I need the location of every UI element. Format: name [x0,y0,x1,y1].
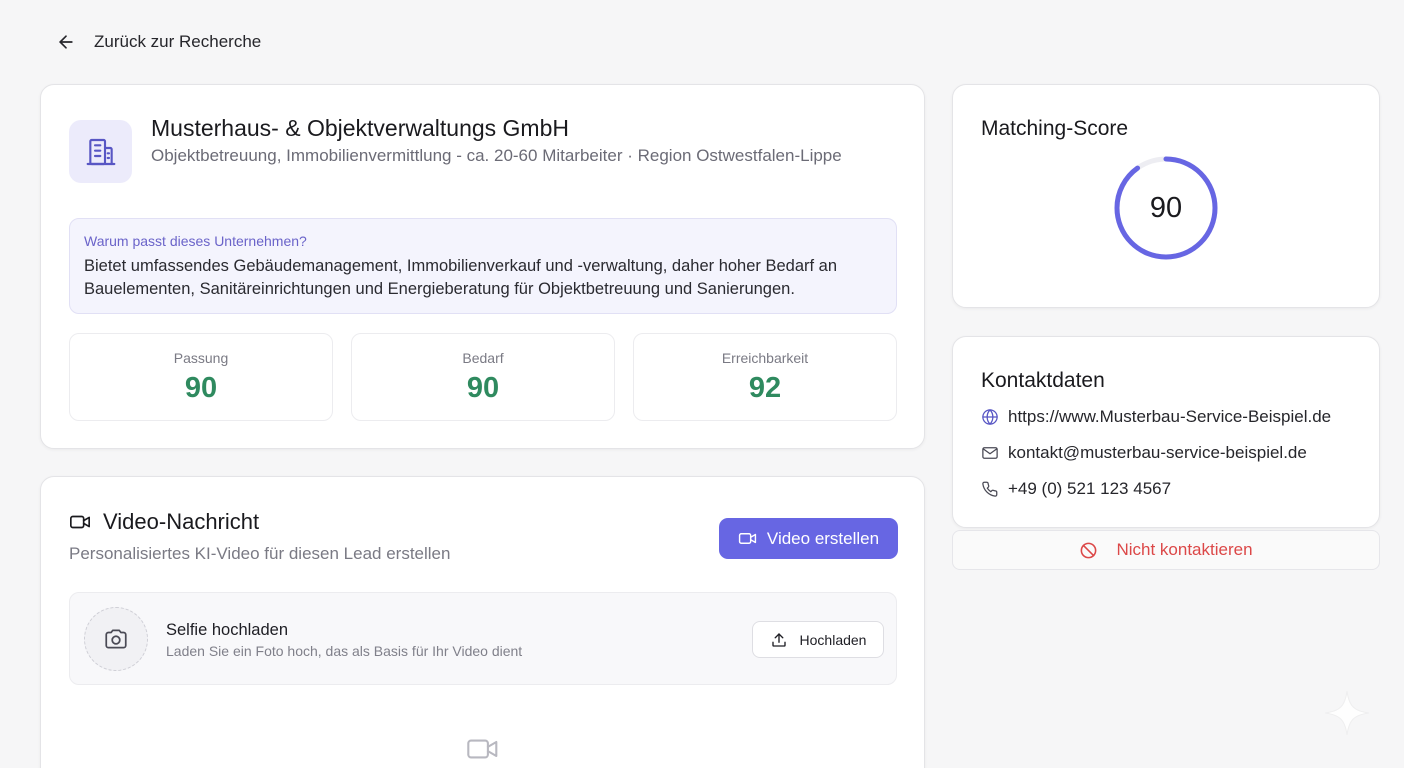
company-subtitle: Objektbetreuung, Immobilienvermittlung -… [151,146,842,165]
do-not-contact-button[interactable]: Nicht kontaktieren [952,530,1380,570]
upload-button[interactable]: Hochladen [752,621,884,658]
score-card: Matching-Score 90 [952,84,1380,308]
company-logo [69,120,132,183]
video-title: Video-Nachricht [103,509,260,534]
arrow-left-icon [59,35,73,49]
video-icon [738,533,757,544]
metric-label: Passung [173,350,229,366]
metric-value: 90 [184,372,218,404]
company-name: Musterhaus- & Objektverwaltungs GmbH [151,115,569,141]
phone-icon [982,481,998,497]
selfie-title: Selfie hochladen [166,621,289,639]
metric-value: 90 [466,372,500,404]
metric-label: Erreichbarkeit [721,350,809,366]
do-not-contact-label: Nicht kontaktieren [1116,540,1253,559]
selfie-avatar[interactable] [84,607,148,671]
contact-title: Kontaktdaten [981,369,1105,392]
why-fit-label: Warum passt dieses Unternehmen? [84,233,307,249]
phone-link[interactable]: +49 (0) 521 123 4567 [1008,479,1171,499]
video-placeholder-icon [467,739,498,759]
video-icon [70,515,90,529]
upload-icon [771,632,786,647]
website-link[interactable]: https://www.Musterbau-Service-Beispiel.d… [1008,407,1331,427]
building-icon [86,138,115,165]
back-link-label: Zurück zur Recherche [94,32,262,51]
mail-icon [982,447,998,459]
create-video-button[interactable]: Video erstellen [719,518,898,559]
video-card: Video-Nachricht Personalisiertes KI-Vide… [40,476,925,768]
selfie-subtitle: Laden Sie ein Foto hoch, das als Basis f… [166,643,523,659]
selfie-upload-box: Selfie hochladen Laden Sie ein Foto hoch… [69,592,897,685]
company-card: Musterhaus- & Objektverwaltungs GmbH Obj… [40,84,925,449]
metric-passung: Passung 90 [69,333,333,421]
contact-card: Kontaktdaten https://www.Musterbau-Servi… [952,336,1380,528]
video-subtitle: Personalisiertes KI-Video für diesen Lea… [69,544,451,563]
create-video-label: Video erstellen [766,528,880,548]
ban-icon [1081,542,1097,558]
why-fit-text: Bietet umfassendes Gebäudemanagement, Im… [84,257,838,298]
back-link[interactable]: Zurück zur Recherche [56,32,261,52]
metric-bedarf: Bedarf 90 [351,333,615,421]
contact-website[interactable]: https://www.Musterbau-Service-Beispiel.d… [981,407,1331,427]
contact-phone[interactable]: +49 (0) 521 123 4567 [981,479,1171,499]
email-link[interactable]: kontakt@musterbau-service-beispiel.de [1008,443,1307,463]
video-title-row: Video-Nachricht [69,509,259,535]
contact-email[interactable]: kontakt@musterbau-service-beispiel.de [981,443,1307,463]
sparkle-icon [1324,690,1370,736]
globe-icon [982,409,998,425]
metric-erreichbarkeit: Erreichbarkeit 92 [633,333,897,421]
why-fit-box: Warum passt dieses Unternehmen? Bietet u… [69,218,897,314]
metric-label: Bedarf [462,350,504,366]
upload-label: Hochladen [799,631,867,648]
camera-icon [105,629,127,649]
score-value: 90 [1149,191,1183,224]
score-title: Matching-Score [981,117,1129,140]
metric-value: 92 [748,372,782,404]
